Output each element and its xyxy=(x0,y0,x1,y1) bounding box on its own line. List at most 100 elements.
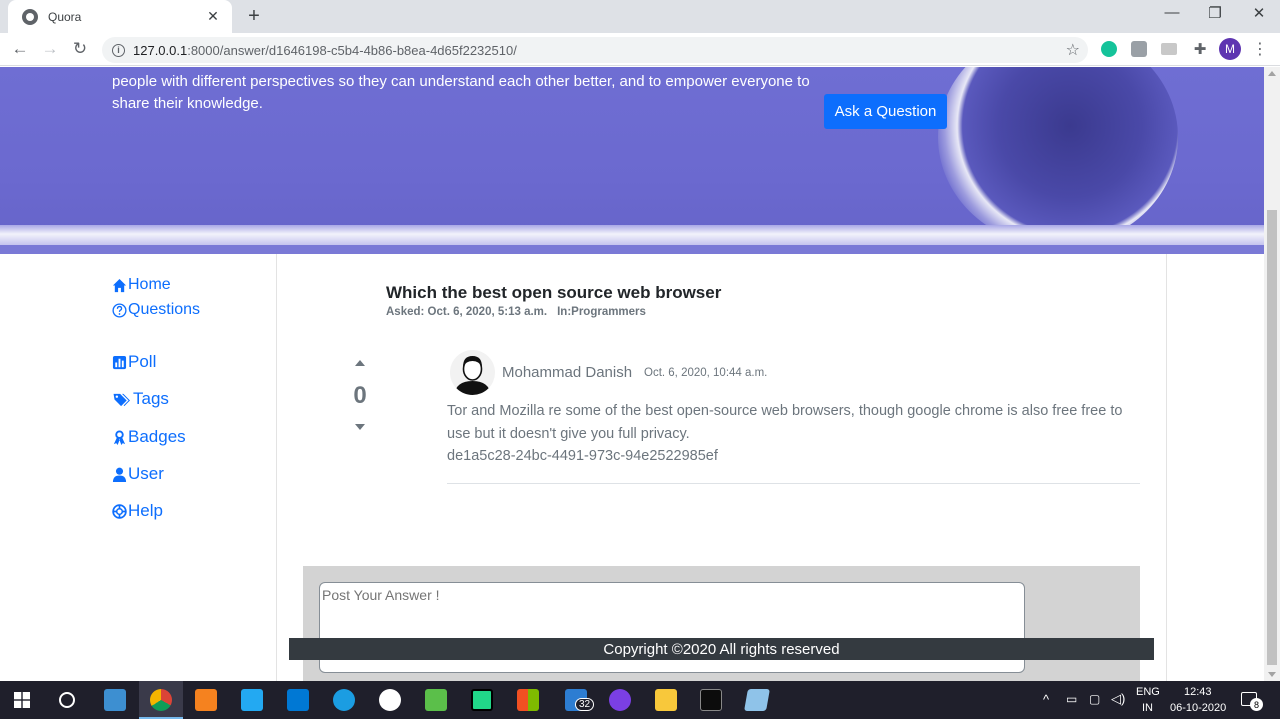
file-explorer-icon[interactable] xyxy=(655,689,677,711)
bookmark-star-icon[interactable]: ☆ xyxy=(1066,40,1080,60)
chrome-icon[interactable] xyxy=(150,689,172,711)
sidebar-item-label: Help xyxy=(128,501,163,520)
volume-icon[interactable]: ◁) xyxy=(1111,691,1125,707)
sidebar-item-home[interactable]: Home xyxy=(112,276,171,294)
clock-date[interactable]: 06-10-2020 xyxy=(1170,702,1226,714)
sidebar-item-label: Questions xyxy=(128,301,201,318)
reload-icon[interactable]: ↻ xyxy=(69,39,91,59)
notification-badge: 8 xyxy=(1250,698,1263,711)
close-window-button[interactable]: ✕ xyxy=(1244,4,1274,22)
sidebar-item-label: Badges xyxy=(128,427,186,446)
sidebar-item-badges[interactable]: Badges xyxy=(112,427,186,447)
scroll-up-icon[interactable] xyxy=(1268,71,1276,76)
sidebar-item-help[interactable]: Help xyxy=(112,501,163,521)
forward-icon[interactable]: → xyxy=(39,39,61,59)
network-icon[interactable]: ▢ xyxy=(1089,692,1100,706)
hero-stripe xyxy=(0,225,1264,245)
scroll-thumb[interactable] xyxy=(1267,210,1277,665)
puzzle-icon[interactable]: ✚ xyxy=(1189,40,1211,58)
translate-extension-icon[interactable] xyxy=(1131,41,1147,57)
main-content: Which the best open source web browser A… xyxy=(277,254,1167,681)
sidebar-item-tags[interactable]: Tags xyxy=(112,389,169,409)
clock-time[interactable]: 12:43 xyxy=(1184,686,1212,698)
browser-toolbar: ← → ↻ i 127.0.0.1:8000/answer/d1646198-c… xyxy=(0,33,1280,66)
asked-date: Asked: Oct. 6, 2020, 5:13 a.m. xyxy=(386,306,548,318)
kebab-menu-icon[interactable]: ⋮ xyxy=(1252,39,1268,59)
tab-title: Quora xyxy=(48,9,82,24)
pycharm-icon[interactable] xyxy=(471,689,493,711)
question-title: Which the best open source web browser xyxy=(386,283,722,302)
info-icon[interactable]: i xyxy=(112,43,125,57)
tags-icon xyxy=(113,393,130,406)
sidebar-item-user[interactable]: User xyxy=(112,464,164,484)
office-icon[interactable] xyxy=(517,689,539,711)
answer-id: de1a5c28-24bc-4491-973c-94e2522985ef xyxy=(447,448,718,464)
notepad-icon[interactable] xyxy=(744,689,770,711)
sidebar-item-label: Home xyxy=(128,276,171,293)
scroll-down-icon[interactable] xyxy=(1268,672,1276,677)
question-category[interactable]: In:Programmers xyxy=(557,306,646,318)
answer-form xyxy=(303,566,1140,681)
chair-illustration xyxy=(938,67,1178,247)
question-meta: Asked: Oct. 6, 2020, 5:13 a.m. In:Program… xyxy=(386,306,646,318)
anaconda-icon[interactable] xyxy=(425,689,447,711)
answer-divider xyxy=(447,483,1140,484)
sidebar-item-label: User xyxy=(128,464,164,483)
minimize-button[interactable]: — xyxy=(1157,4,1187,21)
home-icon xyxy=(112,278,127,292)
back-icon[interactable]: ← xyxy=(9,39,31,59)
footer: Copyright ©2020 All rights reserved xyxy=(289,638,1154,660)
avatar xyxy=(450,350,495,395)
answer-text: Tor and Mozilla re some of the best open… xyxy=(447,403,1123,442)
maximize-button[interactable]: ❐ xyxy=(1200,4,1230,22)
tab-close-icon[interactable]: ✕ xyxy=(204,8,222,25)
profile-avatar[interactable]: M xyxy=(1219,38,1241,60)
answer-body: Tor and Mozilla re some of the best open… xyxy=(447,400,1147,468)
sublime-icon[interactable] xyxy=(195,689,217,711)
page-scrollbar[interactable] xyxy=(1264,67,1280,681)
ask-question-button[interactable]: Ask a Question xyxy=(824,94,947,129)
vote-count: 0 xyxy=(353,382,367,409)
lifebuoy-icon xyxy=(112,503,127,519)
app-window-icon[interactable] xyxy=(287,689,309,711)
downvote-icon[interactable] xyxy=(355,424,365,430)
mongodb-icon[interactable] xyxy=(379,689,401,711)
sidebar-item-poll[interactable]: Poll xyxy=(112,352,156,372)
answer-date: Oct. 6, 2020, 10:44 a.m. xyxy=(644,367,768,379)
search-circle-icon[interactable] xyxy=(59,692,75,708)
sidebar-item-label: Poll xyxy=(128,352,157,371)
poll-icon xyxy=(112,355,127,369)
upvote-icon[interactable] xyxy=(355,360,365,366)
grammarly-extension-icon[interactable] xyxy=(1101,41,1117,57)
hero-tagline: people with different perspectives so th… xyxy=(112,73,810,112)
address-bar[interactable]: i 127.0.0.1:8000/answer/d1646198-c5b4-4b… xyxy=(102,37,1088,63)
ribbon-icon xyxy=(113,429,126,445)
desktop-app-icon[interactable] xyxy=(104,689,126,711)
sidebar: Home Questions Poll Tags Badges User Hel… xyxy=(0,254,277,681)
tab-strip: Quora ✕ + — ❐ ✕ xyxy=(0,0,1280,33)
taskbar-badge: 32 xyxy=(575,698,595,711)
hero-stripe-bottom xyxy=(0,245,1264,254)
page-viewport: people with different perspectives so th… xyxy=(0,67,1280,681)
question-circle-icon xyxy=(112,302,127,318)
language-bottom[interactable]: IN xyxy=(1142,702,1153,714)
language-top[interactable]: ENG xyxy=(1136,686,1160,698)
edge-icon[interactable] xyxy=(333,689,355,711)
sidebar-item-label: Tags xyxy=(133,389,169,408)
user-icon xyxy=(112,467,127,482)
tor-icon[interactable] xyxy=(609,689,631,711)
sidebar-item-questions[interactable]: Questions xyxy=(112,301,200,319)
new-tab-button[interactable]: + xyxy=(244,5,264,28)
chevron-up-icon[interactable]: ^ xyxy=(1043,692,1049,707)
windows-taskbar: 32 ^ ▭ ▢ ◁) ENG IN 12:43 06-10-2020 8 xyxy=(0,681,1280,719)
vscode-icon[interactable] xyxy=(241,689,263,711)
terminal-icon[interactable] xyxy=(700,689,722,711)
media-extension-icon[interactable] xyxy=(1161,43,1177,55)
windows-start-icon[interactable] xyxy=(14,692,30,708)
chrome-taskbar-slot[interactable] xyxy=(139,681,183,719)
url-text[interactable]: 127.0.0.1:8000/answer/d1646198-c5b4-4b86… xyxy=(133,43,517,58)
answer-author[interactable]: Mohammad Danish xyxy=(502,364,632,381)
battery-icon[interactable]: ▭ xyxy=(1066,692,1077,706)
browser-tab[interactable]: Quora ✕ xyxy=(8,0,232,33)
globe-icon xyxy=(22,8,38,25)
